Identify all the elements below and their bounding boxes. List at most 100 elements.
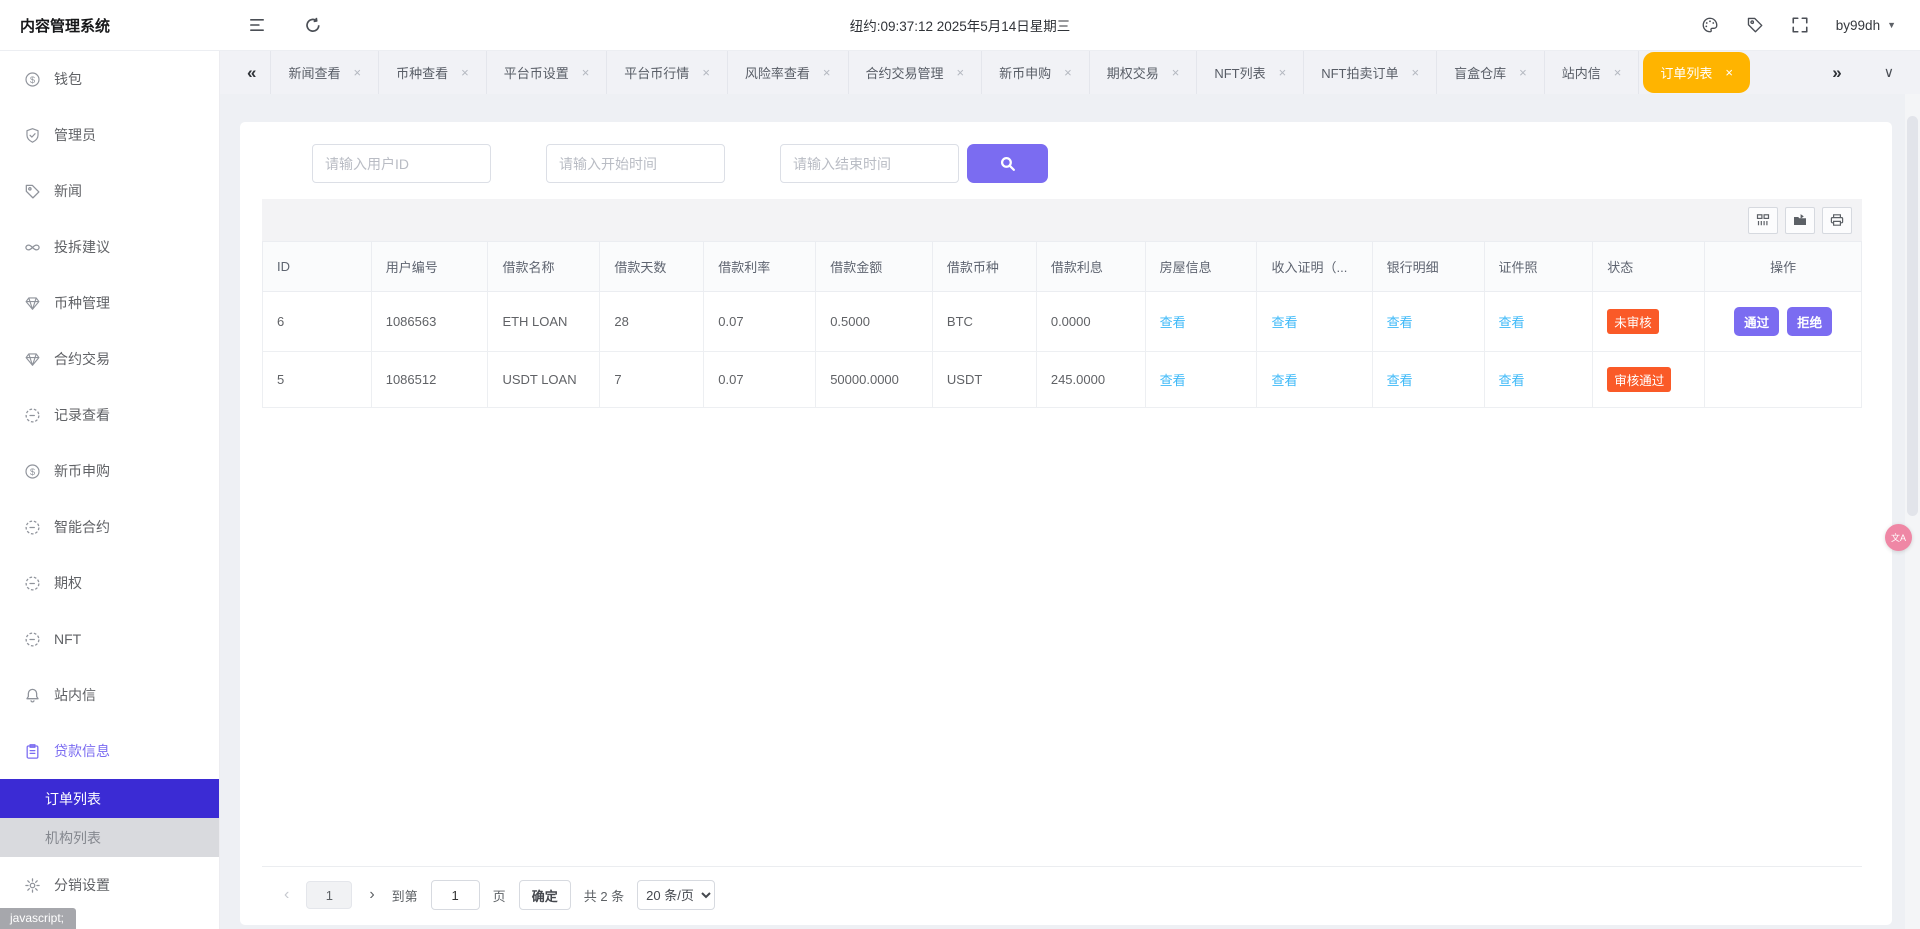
tab-新闻查看[interactable]: 新闻查看×: [270, 51, 379, 94]
fullscreen-button[interactable]: [1791, 16, 1809, 34]
column-header: 借款天数: [600, 242, 704, 292]
sidebar-item-新闻[interactable]: 新闻: [0, 163, 219, 219]
close-icon[interactable]: ×: [1614, 65, 1622, 80]
start-time-input[interactable]: [546, 144, 725, 183]
sidebar-item-管理员[interactable]: 管理员: [0, 107, 219, 163]
table-cell: 7: [600, 352, 704, 408]
tab-站内信[interactable]: 站内信×: [1544, 51, 1640, 94]
tag-icon: [24, 183, 41, 200]
table-cell: 查看: [1372, 352, 1484, 408]
user-id-input[interactable]: [312, 144, 491, 183]
table-cell: 6: [263, 292, 372, 352]
page-number-button[interactable]: 1: [306, 881, 352, 909]
floating-translate-button[interactable]: 文A: [1885, 524, 1912, 551]
admin-app: 内容管理系统 纽约:09:37:12 2025年5月14日星期三 by99dh …: [0, 0, 1920, 929]
close-icon[interactable]: ×: [1412, 65, 1420, 80]
view-link[interactable]: 查看: [1387, 315, 1413, 330]
confirm-page-button[interactable]: 确定: [519, 880, 571, 910]
view-link[interactable]: 查看: [1160, 315, 1186, 330]
close-icon[interactable]: ×: [461, 65, 469, 80]
view-link[interactable]: 查看: [1271, 373, 1297, 388]
dollar-circle-icon: $: [24, 463, 41, 480]
close-icon[interactable]: ×: [1519, 65, 1527, 80]
sidebar-subitem-机构列表[interactable]: 机构列表: [0, 818, 219, 857]
view-link[interactable]: 查看: [1499, 315, 1525, 330]
close-icon[interactable]: ×: [957, 65, 965, 80]
tab-平台币行情[interactable]: 平台币行情×: [606, 51, 728, 94]
sidebar-item-智能合约[interactable]: 智能合约: [0, 499, 219, 555]
table-cell: ETH LOAN: [488, 292, 600, 352]
sidebar-item-贷款信息[interactable]: 贷款信息: [0, 723, 219, 779]
column-header: 操作: [1705, 242, 1862, 292]
sidebar-item-分销设置[interactable]: 分销设置: [0, 857, 219, 913]
page-scrollbar: [1905, 94, 1920, 929]
tab-合约交易管理[interactable]: 合约交易管理×: [848, 51, 983, 94]
sidebar-item-新币申购[interactable]: $新币申购: [0, 443, 219, 499]
column-header: 借款币种: [932, 242, 1036, 292]
tag-button[interactable]: [1746, 16, 1764, 34]
column-header: 用户编号: [371, 242, 488, 292]
tab-NFT拍卖订单[interactable]: NFT拍卖订单×: [1303, 51, 1437, 94]
tab-list-dropdown[interactable]: ∨: [1884, 64, 1894, 81]
column-header: 借款名称: [488, 242, 600, 292]
tab-订单列表[interactable]: 订单列表×: [1643, 52, 1750, 93]
sidebar-item-钱包[interactable]: $钱包: [0, 51, 219, 107]
clipboard-icon: [24, 743, 41, 760]
svg-text:$: $: [30, 466, 35, 476]
view-link[interactable]: 查看: [1271, 315, 1297, 330]
close-icon[interactable]: ×: [1279, 65, 1287, 80]
tab-NFT列表[interactable]: NFT列表 ×: [1196, 51, 1304, 94]
columns-grid-button[interactable]: [1748, 207, 1778, 234]
sidebar-item-合约交易[interactable]: 合约交易: [0, 331, 219, 387]
search-button[interactable]: [967, 144, 1048, 183]
svg-text:$: $: [30, 74, 35, 84]
menu-fold-button[interactable]: [248, 16, 266, 34]
tab-label: 新币申购: [999, 63, 1051, 82]
open-tabs: 新闻查看×币种查看×平台币设置×平台币行情×风险率查看×合约交易管理× 新币申购 ×…: [271, 51, 1753, 94]
table-cell: [1705, 352, 1862, 408]
sidebar-item-记录查看[interactable]: 记录查看: [0, 387, 219, 443]
sidebar-item-NFT[interactable]: NFT: [0, 611, 219, 667]
tab-期权交易[interactable]: 期权交易×: [1089, 51, 1198, 94]
table-cell: 1086563: [371, 292, 488, 352]
close-icon[interactable]: ×: [1725, 65, 1733, 80]
action-button-通过[interactable]: 通过: [1734, 307, 1779, 336]
next-page-button[interactable]: ›: [365, 886, 378, 904]
goto-page-input[interactable]: [431, 880, 480, 910]
sidebar-item-站内信[interactable]: 站内信: [0, 667, 219, 723]
user-menu[interactable]: by99dh ▼: [1836, 18, 1896, 33]
action-button-拒绝[interactable]: 拒绝: [1787, 307, 1832, 336]
prev-page-button[interactable]: ‹: [280, 886, 293, 904]
scrollbar-thumb[interactable]: [1907, 116, 1918, 516]
sidebar-item-投拆建议[interactable]: 投拆建议: [0, 219, 219, 275]
tab-新币申购[interactable]: 新币申购 ×: [981, 51, 1090, 94]
view-link[interactable]: 查看: [1160, 373, 1186, 388]
export-button[interactable]: [1785, 207, 1815, 234]
close-icon[interactable]: ×: [823, 65, 831, 80]
tab-平台币设置[interactable]: 平台币设置×: [486, 51, 608, 94]
close-icon[interactable]: ×: [1172, 65, 1180, 80]
tab-币种查看[interactable]: 币种查看×: [378, 51, 487, 94]
printer-button[interactable]: [1822, 207, 1852, 234]
palette-button[interactable]: [1701, 16, 1719, 34]
scroll-tabs-right-button[interactable]: »: [1820, 63, 1853, 83]
view-link[interactable]: 查看: [1499, 373, 1525, 388]
scroll-tabs-left-button[interactable]: «: [220, 63, 271, 83]
table-cell: 0.0000: [1036, 292, 1145, 352]
sidebar-item-币种管理[interactable]: 币种管理: [0, 275, 219, 331]
close-icon[interactable]: ×: [582, 65, 590, 80]
sidebar-item-期权[interactable]: 期权: [0, 555, 219, 611]
close-icon[interactable]: ×: [353, 65, 361, 80]
close-icon[interactable]: ×: [1064, 65, 1072, 80]
orders-table: ID用户编号借款名称借款天数借款利率借款金额借款币种借款利息房屋信息收入证明（.…: [262, 241, 1862, 408]
page-size-select[interactable]: 20 条/页: [637, 880, 715, 910]
end-time-input[interactable]: [780, 144, 959, 183]
coin-icon: [24, 631, 41, 648]
view-link[interactable]: 查看: [1387, 373, 1413, 388]
refresh-button[interactable]: [304, 16, 322, 34]
tab-label: NFT列表: [1214, 63, 1265, 82]
tab-盲盒仓库[interactable]: 盲盒仓库×: [1436, 51, 1545, 94]
sidebar-subitem-订单列表[interactable]: 订单列表: [0, 779, 219, 818]
tab-风险率查看[interactable]: 风险率查看×: [727, 51, 849, 94]
close-icon[interactable]: ×: [702, 65, 710, 80]
